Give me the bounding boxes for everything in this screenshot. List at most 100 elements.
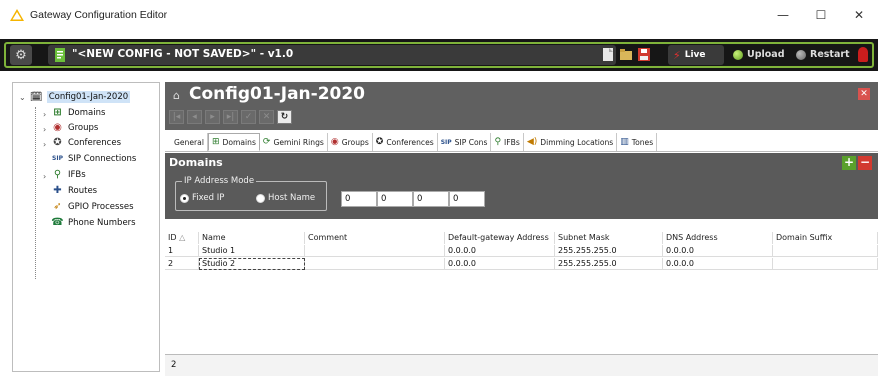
config-header-icon: ⌂ (173, 89, 180, 102)
open-folder-icon[interactable] (620, 48, 632, 61)
tree-item-gpio-processes[interactable]: ➶ GPIO Processes (51, 201, 133, 212)
next-record-icon[interactable]: ▸ (205, 110, 220, 124)
ifb-icon: ⚲ (494, 137, 502, 147)
tab-gemini-rings[interactable]: ⟳ Gemini Rings (260, 133, 328, 151)
cell-dns[interactable]: 0.0.0.0 (663, 245, 773, 257)
last-record-icon[interactable]: ▸| (223, 110, 238, 124)
column-header-name[interactable]: Name (199, 232, 305, 244)
tones-icon: ▥ (620, 137, 629, 147)
cell-subnet[interactable]: 255.255.255.0 (555, 245, 663, 257)
cancel-icon[interactable]: ✕ (259, 110, 274, 124)
tree-item-phone-numbers[interactable]: ☎ Phone Numbers (51, 217, 135, 228)
confirm-icon[interactable]: ✓ (241, 110, 256, 124)
routes-icon: ✚ (53, 185, 62, 196)
cell-suffix[interactable] (773, 245, 878, 257)
radio-unselected-icon (256, 193, 265, 203)
tab-domains[interactable]: ⊞ Domains (207, 133, 260, 151)
conferences-icon: ✪ (375, 137, 384, 147)
cell-gateway[interactable]: 0.0.0.0 (445, 245, 555, 257)
close-window-button[interactable]: ✕ (840, 0, 878, 30)
chevron-right-icon[interactable]: › (43, 125, 46, 134)
ip-octet-1-input[interactable]: 0 (341, 191, 377, 207)
column-header-id[interactable]: ID △ (165, 232, 199, 244)
warning-triangle-icon (10, 9, 24, 21)
table-row[interactable]: 2 Studio 2 0.0.0.0 255.255.255.0 0.0.0.0 (165, 258, 878, 270)
live-button[interactable]: ⚡ Live (668, 45, 724, 65)
tree-item-groups[interactable]: ◉ Groups (51, 122, 98, 133)
chevron-right-icon[interactable]: › (43, 110, 46, 119)
add-domain-button[interactable]: + (842, 156, 856, 170)
column-header-subnet[interactable]: Subnet Mask (555, 232, 663, 244)
fixed-ip-radio[interactable]: Fixed IP (180, 193, 224, 203)
tab-dimming-locations[interactable]: ◀) Dimming Locations (524, 133, 618, 151)
restart-status-icon (796, 49, 806, 60)
host-name-radio[interactable]: Host Name (256, 193, 315, 203)
close-panel-button[interactable]: ✕ (858, 88, 870, 100)
ip-mode-legend: IP Address Mode (182, 176, 257, 186)
ip-octet-2-input[interactable]: 0 (377, 191, 413, 207)
cell-dns[interactable]: 0.0.0.0 (663, 258, 773, 270)
phone-icon: ☎ (51, 217, 64, 228)
cell-subnet[interactable]: 255.255.255.0 (555, 258, 663, 270)
chevron-down-icon[interactable]: ⌄ (19, 93, 26, 102)
column-header-suffix[interactable]: Domain Suffix (773, 232, 878, 244)
upload-status-icon (733, 49, 743, 60)
tab-tones[interactable]: ▥ Tones (617, 133, 658, 151)
tree-item-domains[interactable]: ⊞ Domains (51, 107, 105, 118)
table-row[interactable]: 1 Studio 1 0.0.0.0 255.255.255.0 0.0.0.0 (165, 245, 878, 257)
minimize-button[interactable]: — (764, 0, 802, 30)
cell-id[interactable]: 1 (165, 245, 199, 257)
groups-icon: ◉ (330, 137, 339, 147)
tree-connector (35, 107, 36, 279)
refresh-icon[interactable]: ↻ (277, 110, 292, 124)
tree-item-ifbs[interactable]: ⚲ IFBs (51, 169, 86, 180)
column-header-comment[interactable]: Comment (305, 232, 445, 244)
column-header-gateway[interactable]: Default-gateway Address (445, 232, 555, 244)
upload-button[interactable]: Upload (733, 49, 785, 60)
ip-octet-4-input[interactable]: 0 (449, 191, 485, 207)
gpio-icon: ➶ (53, 201, 62, 212)
page-title: Config01-Jan-2020 (189, 84, 366, 104)
sort-ascending-icon: △ (179, 233, 186, 242)
column-header-dns[interactable]: DNS Address (663, 232, 773, 244)
chevron-right-icon[interactable]: › (43, 172, 46, 181)
cell-gateway[interactable]: 0.0.0.0 (445, 258, 555, 270)
ip-octet-3-input[interactable]: 0 (413, 191, 449, 207)
settings-gear-button[interactable]: ⚙ (10, 45, 32, 65)
tab-general[interactable]: General (171, 133, 208, 151)
config-name-box: "<NEW CONFIG - NOT SAVED>" - v1.0 (48, 45, 616, 65)
tab-groups[interactable]: ◉ Groups (328, 133, 373, 151)
maximize-button[interactable]: ☐ (802, 0, 840, 30)
restart-button[interactable]: Restart (796, 49, 850, 60)
domains-section-bar: Domains + − (165, 153, 878, 173)
first-record-icon[interactable]: |◂ (169, 110, 184, 124)
tree-item-routes[interactable]: ✚ Routes (51, 185, 97, 196)
prev-record-icon[interactable]: ◂ (187, 110, 202, 124)
cell-name[interactable]: Studio 2 (199, 258, 305, 270)
section-title: Domains (169, 156, 223, 169)
tab-ifbs[interactable]: ⚲ IFBs (491, 133, 524, 151)
cell-name[interactable]: Studio 1 (199, 245, 305, 257)
tab-conferences[interactable]: ✪ Conferences (373, 133, 438, 151)
tab-sip-cons[interactable]: SIP SIP Cons (438, 133, 492, 151)
tree-item-sip-connections[interactable]: SIP SIP Connections (51, 153, 136, 164)
save-disk-icon[interactable] (638, 48, 650, 61)
domains-table: ID △ Name Comment Default-gateway Addres… (165, 232, 878, 354)
row-count: 2 (165, 354, 878, 376)
domains-icon: ⊞ (53, 107, 62, 118)
user-icon[interactable] (858, 47, 868, 62)
new-file-icon[interactable] (602, 48, 614, 61)
cell-comment[interactable] (305, 258, 445, 270)
speaker-icon: ◀) (526, 137, 538, 147)
remove-domain-button[interactable]: − (858, 156, 872, 170)
cell-suffix[interactable] (773, 258, 878, 270)
tree-item-conferences[interactable]: ✪ Conferences (51, 137, 121, 148)
chevron-right-icon[interactable]: › (43, 140, 46, 149)
gear-icon: ⚙ (15, 47, 27, 63)
table-header-row: ID △ Name Comment Default-gateway Addres… (165, 232, 878, 244)
restart-label: Restart (810, 49, 850, 60)
cell-id[interactable]: 2 (165, 258, 199, 270)
rings-icon: ⟳ (262, 137, 271, 147)
cell-comment[interactable] (305, 245, 445, 257)
tree-root[interactable]: ⌄ 🗓 Config01-Jan-2020 (19, 91, 131, 103)
